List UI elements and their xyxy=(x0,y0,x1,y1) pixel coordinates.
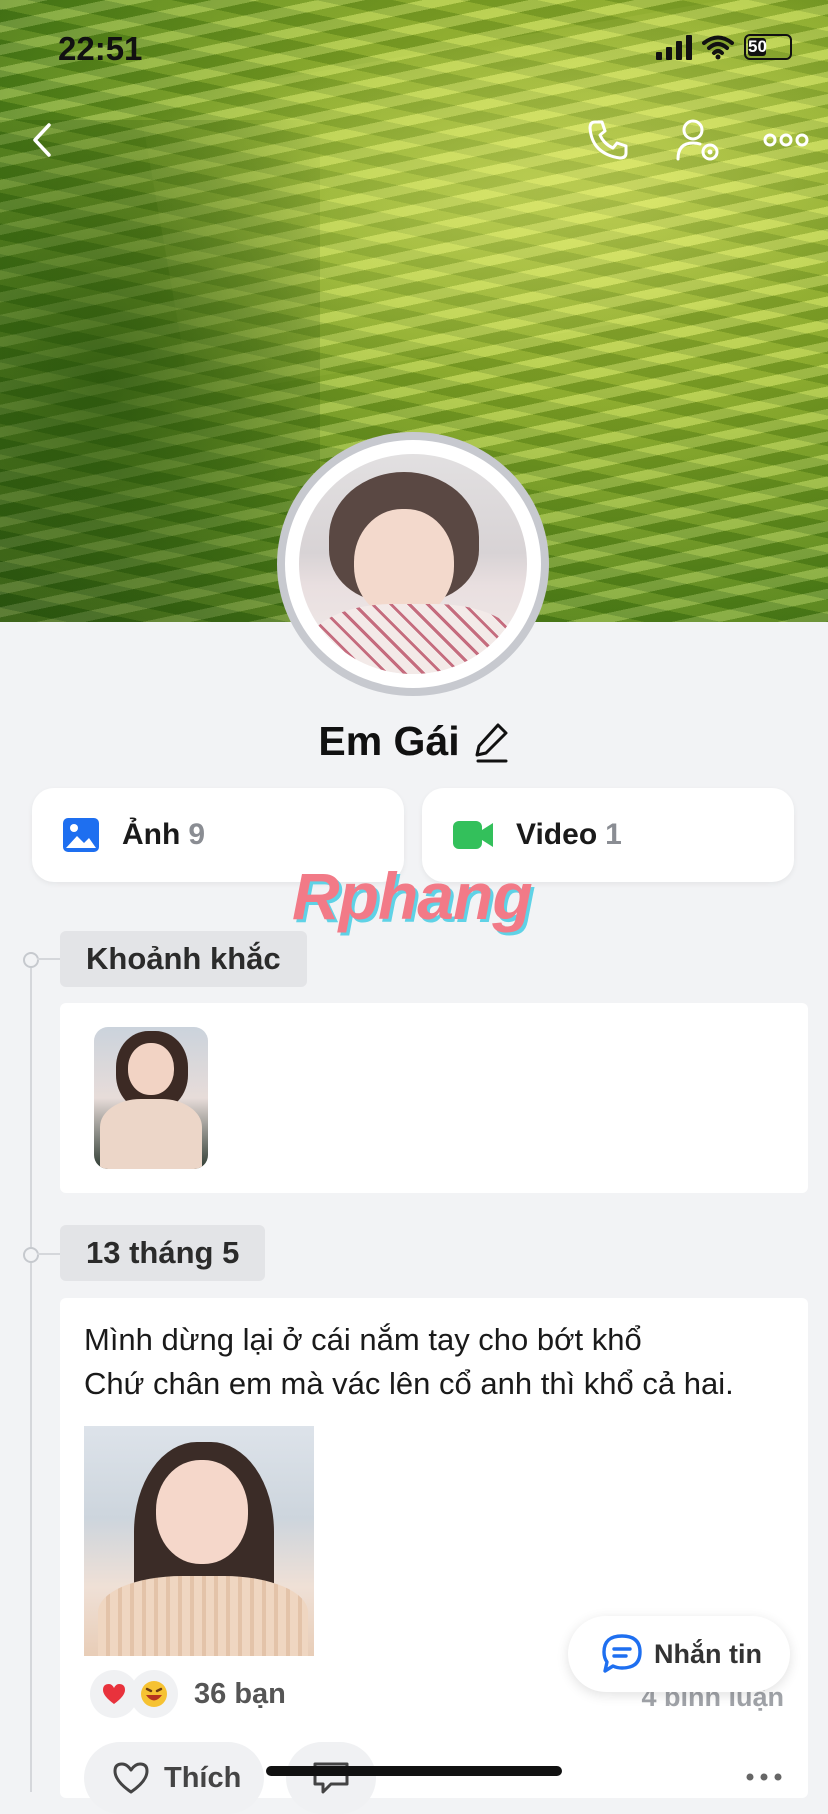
more-icon xyxy=(763,133,809,147)
videos-label: Video xyxy=(516,818,598,851)
more-options-button[interactable] xyxy=(758,112,814,168)
post-date-tag: 13 tháng 5 xyxy=(60,1225,266,1281)
wifi-icon xyxy=(702,35,734,60)
timeline-dot xyxy=(23,1247,39,1263)
edit-icon[interactable] xyxy=(474,721,510,763)
send-message-button[interactable]: Nhắn tin xyxy=(568,1616,790,1692)
videos-count: 1 xyxy=(605,818,622,851)
status-bar: 22:51 50 xyxy=(0,0,828,100)
cover-shadow xyxy=(0,120,320,622)
user-settings-icon xyxy=(676,119,719,161)
comment-button[interactable] xyxy=(286,1742,376,1814)
post-card: Mình dừng lại ở cái nắm tay cho bớt khổ … xyxy=(60,1298,808,1814)
photos-label: Ảnh xyxy=(122,818,181,851)
timeline-line xyxy=(30,960,32,1792)
image-icon xyxy=(63,818,99,852)
avatar[interactable] xyxy=(277,432,549,696)
laugh-reaction-icon xyxy=(130,1670,178,1718)
watermark-logo: Rphang xyxy=(292,859,533,933)
post-text-line-1: Mình dừng lại ở cái nắm tay cho bớt khổ xyxy=(84,1322,642,1357)
post-more-button[interactable] xyxy=(746,1768,782,1786)
phone-icon xyxy=(588,120,628,160)
photos-count: 9 xyxy=(188,818,206,851)
back-icon xyxy=(33,123,51,157)
reaction-count: 36 bạn xyxy=(194,1677,286,1710)
like-label: Thích xyxy=(164,1761,242,1794)
like-button[interactable]: Thích xyxy=(84,1742,264,1814)
call-button[interactable] xyxy=(580,112,636,168)
more-icon xyxy=(746,1773,782,1781)
profile-name: Em Gái xyxy=(318,718,460,764)
battery-icon: 50 xyxy=(744,34,792,60)
signal-icon xyxy=(656,34,692,60)
moments-panel xyxy=(60,1003,808,1193)
avatar-photo xyxy=(299,454,527,674)
moments-tag: Khoảnh khắc xyxy=(60,931,307,987)
post-text: Mình dừng lại ở cái nắm tay cho bớt khổ … xyxy=(84,1318,734,1406)
profile-name-row: Em Gái xyxy=(0,718,828,765)
heart-outline-icon xyxy=(113,1762,149,1794)
battery-level: 50 xyxy=(748,37,767,56)
status-time: 22:51 xyxy=(58,30,143,67)
post-photo[interactable] xyxy=(84,1426,314,1656)
back-button[interactable] xyxy=(14,112,70,168)
post-text-line-2: Chứ chân em mà vác lên cổ anh thì khổ cả… xyxy=(84,1366,734,1401)
moment-thumbnail[interactable] xyxy=(94,1027,208,1169)
chat-icon xyxy=(602,1634,642,1673)
profile-settings-button[interactable] xyxy=(670,112,726,168)
reactions-summary[interactable]: 36 bạn xyxy=(90,1670,286,1718)
timeline-dot xyxy=(23,952,39,968)
home-indicator[interactable] xyxy=(266,1766,562,1776)
status-icons: 50 xyxy=(656,34,792,60)
video-camera-icon xyxy=(453,821,493,849)
send-message-label: Nhắn tin xyxy=(654,1638,762,1669)
